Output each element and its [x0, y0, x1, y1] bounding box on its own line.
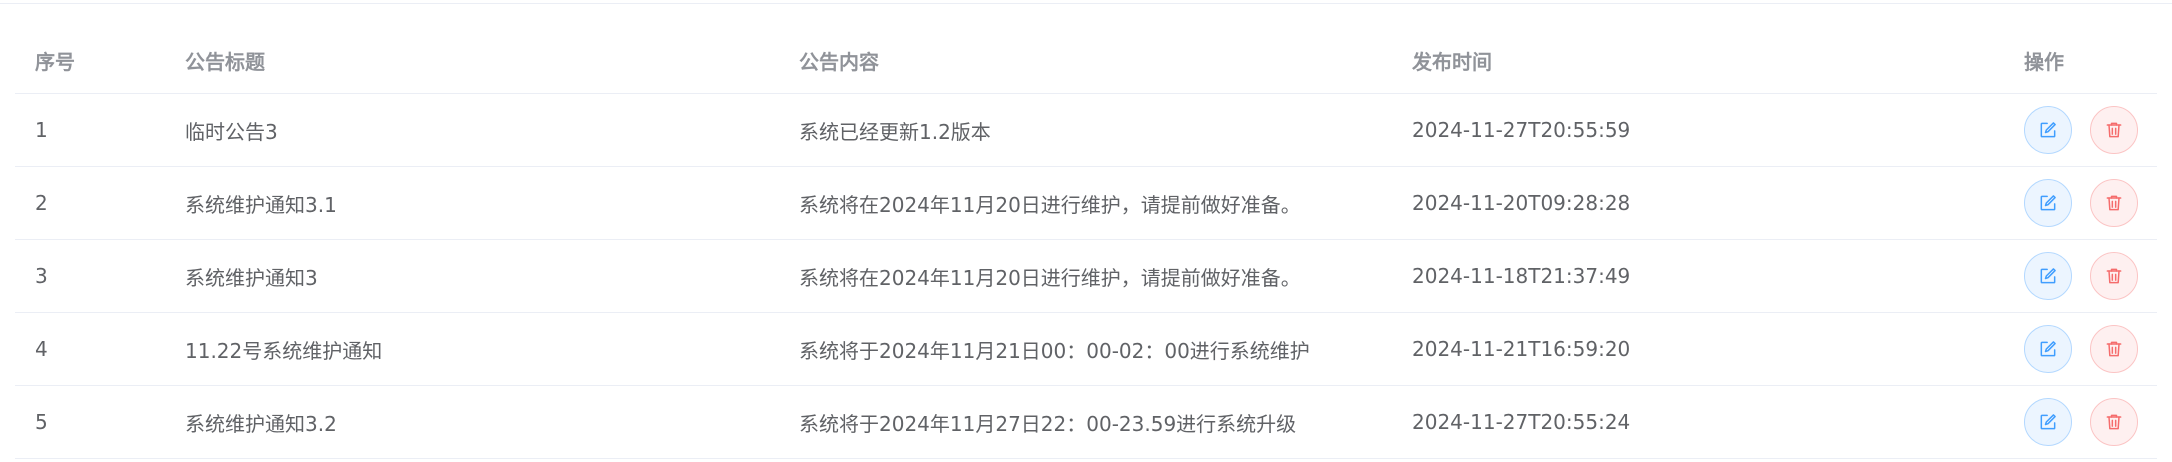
- table-body: 1 临时公告3 系统已经更新1.2版本 2024-11-27T20:55:59: [15, 94, 2157, 459]
- row-content: 系统将于2024年11月27日22：00-23.59进行系统升级: [799, 411, 1297, 436]
- table-row: 5 系统维护通知3.2 系统将于2024年11月27日22：00-23.59进行…: [15, 386, 2157, 459]
- top-divider: [0, 3, 2172, 4]
- delete-button[interactable]: [2090, 252, 2138, 300]
- delete-button[interactable]: [2090, 179, 2138, 227]
- table-row: 3 系统维护通知3 系统将在2024年11月20日进行维护，请提前做好准备。 2…: [15, 240, 2157, 313]
- row-title: 系统维护通知3.1: [185, 192, 337, 217]
- trash-icon: [2104, 339, 2124, 359]
- trash-icon: [2104, 193, 2124, 213]
- row-content: 系统将于2024年11月21日00：00-02：00进行系统维护: [799, 338, 1310, 363]
- delete-button[interactable]: [2090, 325, 2138, 373]
- row-content: 系统将在2024年11月20日进行维护，请提前做好准备。: [799, 265, 1301, 290]
- row-title: 11.22号系统维护通知: [185, 338, 383, 363]
- row-actions: [2024, 167, 2138, 239]
- row-actions: [2024, 240, 2138, 312]
- row-title: 系统维护通知3.2: [185, 411, 337, 436]
- edit-icon: [2038, 193, 2058, 213]
- delete-button[interactable]: [2090, 106, 2138, 154]
- edit-button[interactable]: [2024, 398, 2072, 446]
- edit-button[interactable]: [2024, 179, 2072, 227]
- row-index: 1: [35, 118, 48, 142]
- edit-button[interactable]: [2024, 106, 2072, 154]
- column-header-actions: 操作: [2024, 50, 2064, 74]
- row-time: 2024-11-27T20:55:24: [1412, 410, 1631, 434]
- row-title: 系统维护通知3: [185, 265, 318, 290]
- edit-icon: [2038, 266, 2058, 286]
- edit-button[interactable]: [2024, 325, 2072, 373]
- row-index: 2: [35, 191, 48, 215]
- row-content: 系统将在2024年11月20日进行维护，请提前做好准备。: [799, 192, 1301, 217]
- row-actions: [2024, 313, 2138, 385]
- row-actions: [2024, 94, 2138, 166]
- announcement-table: 序号 公告标题 公告内容 发布时间 操作 1 临时公告3 系统已经更新1.2版本…: [15, 28, 2157, 459]
- trash-icon: [2104, 412, 2124, 432]
- table-row: 2 系统维护通知3.1 系统将在2024年11月20日进行维护，请提前做好准备。…: [15, 167, 2157, 240]
- row-time: 2024-11-27T20:55:59: [1412, 118, 1631, 142]
- table-row: 4 11.22号系统维护通知 系统将于2024年11月21日00：00-02：0…: [15, 313, 2157, 386]
- row-time: 2024-11-18T21:37:49: [1412, 264, 1631, 288]
- row-time: 2024-11-20T09:28:28: [1412, 191, 1631, 215]
- edit-icon: [2038, 120, 2058, 140]
- edit-icon: [2038, 412, 2058, 432]
- row-index: 4: [35, 337, 48, 361]
- table-header-row: 序号 公告标题 公告内容 发布时间 操作: [15, 28, 2157, 94]
- row-actions: [2024, 386, 2138, 458]
- row-index: 3: [35, 264, 48, 288]
- row-time: 2024-11-21T16:59:20: [1412, 337, 1631, 361]
- column-header-content: 公告内容: [799, 50, 879, 74]
- edit-icon: [2038, 339, 2058, 359]
- column-header-index: 序号: [35, 50, 75, 74]
- row-index: 5: [35, 410, 48, 434]
- column-header-title: 公告标题: [185, 50, 265, 74]
- delete-button[interactable]: [2090, 398, 2138, 446]
- column-header-time: 发布时间: [1412, 50, 1492, 74]
- edit-button[interactable]: [2024, 252, 2072, 300]
- row-title: 临时公告3: [185, 119, 278, 144]
- trash-icon: [2104, 266, 2124, 286]
- row-content: 系统已经更新1.2版本: [799, 119, 991, 144]
- table-row: 1 临时公告3 系统已经更新1.2版本 2024-11-27T20:55:59: [15, 94, 2157, 167]
- trash-icon: [2104, 120, 2124, 140]
